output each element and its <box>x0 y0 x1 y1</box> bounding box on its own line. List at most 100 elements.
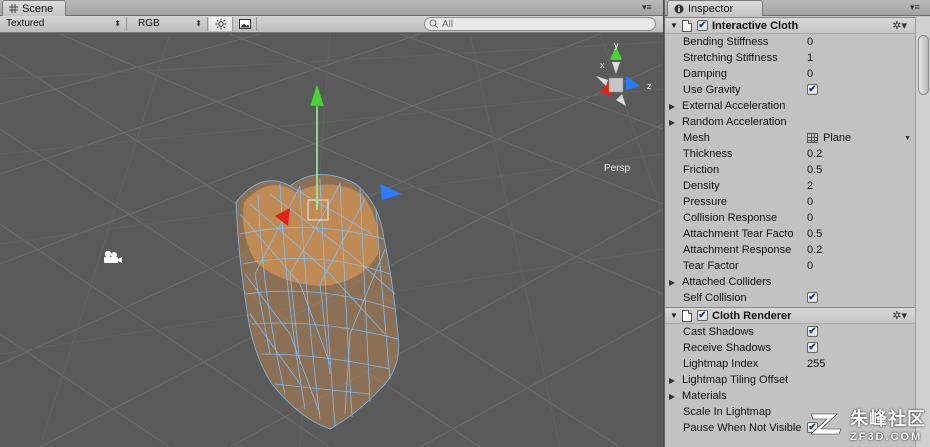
component-header-interactive-cloth[interactable]: ▼ ✔ Interactive Cloth ✲▾ <box>665 17 915 34</box>
property-label[interactable]: Lightmap Tiling Offset <box>682 374 882 386</box>
scene-toolbar: Textured ⬍ RGB ⬍ <box>0 16 663 33</box>
property-row-thickness: Thickness 0.2 <box>665 146 915 162</box>
property-label: Self Collision <box>683 292 747 304</box>
updown-arrow-icon: ⬍ <box>195 19 202 28</box>
property-label: Pause When Not Visible <box>683 422 802 434</box>
property-label[interactable]: Attached Colliders <box>682 276 882 288</box>
property-value-field[interactable]: 255 <box>807 358 825 370</box>
property-label: Damping <box>683 68 728 80</box>
foldout-closed-icon[interactable]: ▶ <box>669 102 675 111</box>
watermark-url: ZF3D.COM <box>850 431 923 443</box>
property-label[interactable]: External Acceleration <box>682 100 882 112</box>
component-title: Cloth Renderer <box>712 309 792 322</box>
gear-icon[interactable]: ✲▾ <box>892 309 907 322</box>
property-row-pressure: Pressure 0 <box>665 194 915 210</box>
draw-mode-value: Textured <box>6 18 45 29</box>
property-row-friction: Friction 0.5 <box>665 162 915 178</box>
projection-label[interactable]: Persp <box>604 163 630 174</box>
foldout-open-icon[interactable]: ▼ <box>670 311 680 320</box>
property-value-field[interactable]: 1 <box>807 52 813 64</box>
updown-arrow-icon: ⬍ <box>114 19 121 28</box>
property-value-field[interactable]: 0 <box>807 196 813 208</box>
scrollbar-thumb[interactable] <box>918 35 929 95</box>
foldout-closed-icon[interactable]: ▶ <box>669 278 675 287</box>
tab-inspector[interactable]: Inspector <box>667 0 763 16</box>
property-row-cast-shadows: Cast Shadows ✔ <box>665 324 915 340</box>
object-field-value[interactable]: Plane <box>823 132 851 144</box>
inspector-panel: Inspector ▾≡ ▼ ✔ Interactive Cloth ✲▾ Be… <box>664 0 930 447</box>
watermark: 朱峰社区 ZF3D.COM <box>807 405 926 443</box>
scene-search-field[interactable] <box>424 17 656 31</box>
property-label: Friction <box>683 164 720 176</box>
property-row-collision-response: Collision Response 0 <box>665 210 915 226</box>
property-row-tear-factor: Tear Factor 0 <box>665 258 915 274</box>
foldout-closed-icon[interactable]: ▶ <box>669 376 675 385</box>
component-enabled-checkbox[interactable]: ✔ <box>697 20 708 31</box>
property-label: Stretching Stiffness <box>683 52 778 64</box>
foldout-open-icon[interactable]: ▼ <box>670 21 680 30</box>
property-label: Density <box>683 180 720 192</box>
property-label[interactable]: Random Acceleration <box>682 116 882 128</box>
property-row-stretching-stiffness: Stretching Stiffness 1 <box>665 50 915 66</box>
property-value-field[interactable]: 0 <box>807 260 813 272</box>
property-row-mesh: Mesh Plane ▼ <box>665 130 915 146</box>
scene-tabbar: Scene ▾≡ <box>0 0 663 16</box>
scene-viewport[interactable]: y z x Persp <box>0 34 663 447</box>
property-label: Collision Response <box>683 212 778 224</box>
watermark-brand: 朱峰社区 <box>850 409 926 430</box>
property-label: Thickness <box>683 148 733 160</box>
render-mode-dropdown[interactable]: RGB ⬍ <box>132 17 208 31</box>
foldout-closed-icon[interactable]: ▶ <box>669 118 675 127</box>
property-checkbox[interactable]: ✔ <box>807 84 818 95</box>
property-value-field[interactable]: 2 <box>807 180 813 192</box>
property-label: Attachment Tear Facto <box>683 228 794 240</box>
property-row-attached-colliders: ▶ Attached Colliders <box>665 274 915 290</box>
property-checkbox[interactable]: ✔ <box>807 292 818 303</box>
brand-logo-icon <box>810 413 842 435</box>
property-label: Mesh <box>683 132 710 144</box>
gear-icon[interactable]: ✲▾ <box>892 19 907 32</box>
property-row-lightmap-tiling-offset: ▶ Lightmap Tiling Offset <box>665 372 915 388</box>
inspector-body: ▼ ✔ Interactive Cloth ✲▾ Bending Stiffne… <box>665 17 915 447</box>
lighting-toggle[interactable] <box>209 17 233 31</box>
grid-icon <box>9 4 18 13</box>
component-enabled-checkbox[interactable]: ✔ <box>697 310 708 321</box>
property-value-field[interactable]: 0.5 <box>807 228 822 240</box>
property-row-density: Density 2 <box>665 178 915 194</box>
search-input[interactable] <box>442 18 642 30</box>
property-label: Receive Shadows <box>683 342 772 354</box>
dropdown-arrow-icon[interactable]: ▼ <box>904 135 911 142</box>
draw-mode-dropdown[interactable]: Textured ⬍ <box>0 17 127 31</box>
property-row-random-acceleration: ▶ Random Acceleration <box>665 114 915 130</box>
component-header-cloth-renderer[interactable]: ▼ ✔ Cloth Renderer ✲▾ <box>665 307 915 324</box>
mesh-grid-icon <box>807 133 818 143</box>
property-value-field[interactable]: 0 <box>807 68 813 80</box>
scene-fx-toggle[interactable] <box>233 17 257 31</box>
axis-label-x: x <box>600 60 605 70</box>
property-label: Cast Shadows <box>683 326 754 338</box>
property-label[interactable]: Materials <box>682 390 882 402</box>
tab-scene[interactable]: Scene <box>2 0 66 16</box>
cloth-object <box>235 174 400 430</box>
property-label: Use Gravity <box>683 84 741 96</box>
scene-panel: Scene ▾≡ Textured ⬍ RGB ⬍ All y z x Pers… <box>0 0 663 447</box>
panel-menu-icon[interactable]: ▾≡ <box>910 2 920 13</box>
property-label: Lightmap Index <box>683 358 759 370</box>
property-value-field[interactable]: 0 <box>807 36 813 48</box>
property-row-bending-stiffness: Bending Stiffness 0 <box>665 34 915 50</box>
info-icon <box>674 4 684 13</box>
scene-canvas[interactable]: y z x <box>0 34 663 447</box>
property-checkbox[interactable]: ✔ <box>807 342 818 353</box>
property-row-lightmap-index: Lightmap Index 255 <box>665 356 915 372</box>
inspector-tabbar: Inspector ▾≡ <box>665 0 930 16</box>
panel-menu-icon[interactable]: ▾≡ <box>642 2 652 13</box>
inspector-scrollbar[interactable] <box>915 17 930 447</box>
property-row-materials: ▶ Materials <box>665 388 915 404</box>
property-value-field[interactable]: 0.2 <box>807 244 822 256</box>
foldout-closed-icon[interactable]: ▶ <box>669 392 675 401</box>
property-value-field[interactable]: 0 <box>807 212 813 224</box>
property-value-field[interactable]: 0.2 <box>807 148 822 160</box>
property-checkbox[interactable]: ✔ <box>807 326 818 337</box>
property-value-field[interactable]: 0.5 <box>807 164 822 176</box>
property-row-use-gravity: Use Gravity ✔ <box>665 82 915 98</box>
